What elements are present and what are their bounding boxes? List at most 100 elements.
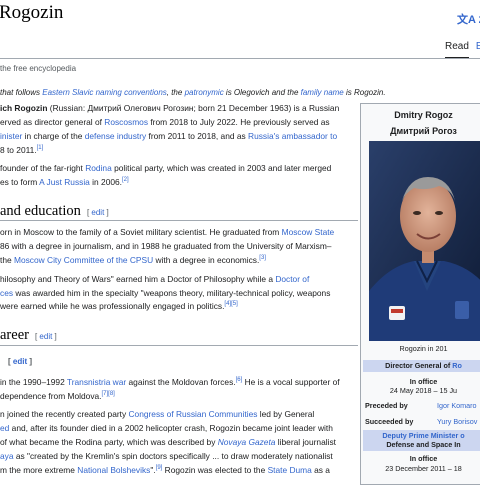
text: from 2011 to 2018, and as bbox=[146, 131, 249, 141]
link-a-just-russia[interactable]: A Just Russia bbox=[39, 177, 90, 187]
text: of what became the Rodina party, which w… bbox=[0, 437, 218, 447]
text: with a degree in economics. bbox=[153, 255, 260, 265]
intro-line: founder of the far-right Rodina politica… bbox=[0, 163, 331, 175]
link-naming-conventions[interactable]: Eastern Slavic naming conventions bbox=[42, 88, 167, 97]
text: from 2018 to July 2022. He previously se… bbox=[148, 117, 330, 127]
text: against the Moldovan forces. bbox=[126, 377, 236, 387]
text: (Russian: Дмитрий Олегович Рогозин; born… bbox=[47, 103, 340, 113]
edit-link[interactable]: edit bbox=[91, 208, 104, 217]
citation[interactable]: [4][5] bbox=[224, 301, 237, 307]
link-sciences[interactable]: ces bbox=[0, 288, 13, 298]
text: orn in Moscow to the family of a Soviet … bbox=[0, 227, 282, 237]
section-heading-education: and education [ edit ] bbox=[0, 203, 109, 220]
portrait-photo[interactable] bbox=[369, 141, 480, 341]
text: hilosophy and Theory of Wars" earned him… bbox=[0, 274, 276, 284]
infobox: Dmitry Rogoz Дмитрий Рогоз Rogozin in 20… bbox=[360, 103, 480, 485]
text: as "created by the Kremlin's spin doctor… bbox=[13, 451, 333, 461]
edit-section: [ edit ] bbox=[8, 357, 33, 366]
link-transnistria-war[interactable]: Transnistria war bbox=[67, 377, 126, 387]
tab-read[interactable]: Read bbox=[445, 41, 469, 59]
text: and, after its founder died in a 2002 he… bbox=[9, 423, 333, 433]
link-patronymic[interactable]: patronymic bbox=[185, 88, 224, 97]
link-ambassador[interactable]: Russia's ambassador to bbox=[248, 131, 337, 141]
heading-underline bbox=[0, 220, 358, 221]
infobox-native-name: Дмитрий Рогоз bbox=[390, 126, 457, 136]
edu-line: ces was awarded him in the specialty "we… bbox=[0, 288, 330, 300]
edu-line: were earned while he was professionally … bbox=[0, 301, 238, 313]
text: the bbox=[0, 255, 14, 265]
text: in charge of the bbox=[22, 131, 85, 141]
text: as a bbox=[311, 465, 330, 475]
subsection-heading: [ edit ] bbox=[0, 356, 32, 367]
tab-edit[interactable]: E bbox=[476, 41, 480, 52]
text: political party, which was created in 20… bbox=[111, 163, 332, 173]
link-defense-industry[interactable]: defense industry bbox=[85, 131, 146, 141]
text: was awarded him in the specialty "weapon… bbox=[13, 288, 331, 298]
career-line: ed and, after its founder died in a 2002… bbox=[0, 423, 333, 435]
view-tabs: Read E bbox=[445, 41, 480, 59]
career-line: dependence from Moldova.[7][8] bbox=[0, 391, 115, 403]
text: led by General bbox=[257, 409, 315, 419]
link-deputy-pm[interactable]: Deputy Prime Minister o bbox=[363, 431, 480, 440]
office-heading: Deputy Prime Minister o Defense and Space… bbox=[363, 430, 480, 451]
link-journalist[interactable]: aya bbox=[0, 451, 14, 461]
preceded-by-link[interactable]: Igor Komaro bbox=[437, 401, 477, 410]
text: es to form bbox=[0, 177, 40, 187]
text: 8 to 2011. bbox=[0, 145, 37, 155]
office-heading: Director General of Ro bbox=[363, 360, 480, 372]
hatnote-text: is Olegovich and the bbox=[223, 88, 301, 97]
hatnote: that follows Eastern Slavic naming conve… bbox=[0, 88, 386, 97]
in-office-label: In office bbox=[409, 454, 438, 463]
office-dates: 23 December 2011 – 18 bbox=[385, 464, 462, 473]
text: were earned while he was professionally … bbox=[0, 301, 225, 311]
text: in 2006. bbox=[89, 177, 122, 187]
link-novaya-gazeta[interactable]: Novaya Gazeta bbox=[218, 437, 276, 447]
intro-line: ich Rogozin (Russian: Дмитрий Олегович Р… bbox=[0, 103, 339, 115]
edu-line: the Moscow City Committee of the CPSU wi… bbox=[0, 255, 266, 267]
link-roscosmos-office[interactable]: Ro bbox=[452, 361, 462, 370]
citation[interactable]: [7][8] bbox=[102, 391, 115, 397]
career-line: m the more extreme National Bolsheviks".… bbox=[0, 465, 330, 477]
intro-line: inister in charge of the defense industr… bbox=[0, 131, 337, 143]
link-rodina[interactable]: Rodina bbox=[85, 163, 112, 173]
citation[interactable]: [3] bbox=[259, 255, 266, 261]
header-divider bbox=[0, 58, 480, 59]
citation[interactable]: [1] bbox=[37, 145, 44, 151]
section-heading-career: areer [ edit ] bbox=[0, 327, 57, 344]
edu-line: orn in Moscow to the family of a Soviet … bbox=[0, 227, 334, 239]
page-title: Rogozin bbox=[0, 2, 64, 23]
succeeded-by-link[interactable]: Yury Borisov bbox=[437, 417, 477, 426]
link-cpsu-committee[interactable]: Moscow City Committee of the CPSU bbox=[14, 255, 153, 265]
link-doctor-of-sciences[interactable]: Doctor of bbox=[275, 274, 309, 284]
link-minister[interactable]: inister bbox=[0, 131, 22, 141]
edit-link[interactable]: edit bbox=[13, 357, 27, 366]
citation[interactable]: [2] bbox=[122, 177, 129, 183]
edit-section: [ edit ] bbox=[34, 332, 57, 341]
office-title: Director General of bbox=[385, 361, 453, 370]
link-congress-russian-communities[interactable]: Congress of Russian Communities bbox=[129, 409, 258, 419]
link-state-duma[interactable]: State Duma bbox=[268, 465, 312, 475]
infobox-name: Dmitry Rogoz bbox=[394, 110, 453, 120]
intro-line: erved as director general of Roscosmos f… bbox=[0, 117, 330, 129]
heading-text: areer bbox=[0, 327, 29, 343]
career-line: n joined the recently created party Cong… bbox=[0, 409, 314, 421]
text: in the 1990–1992 bbox=[0, 377, 67, 387]
succeeded-by-label: Succeeded by bbox=[365, 417, 414, 426]
text: n joined the recently created party bbox=[0, 409, 129, 419]
link-family-name[interactable]: family name bbox=[301, 88, 344, 97]
text: Rogozin was elected to the bbox=[162, 465, 268, 475]
link-moscow-state[interactable]: Moscow State bbox=[282, 227, 335, 237]
text: m the more extreme bbox=[0, 465, 78, 475]
photo-caption: Rogozin in 201 bbox=[399, 344, 448, 353]
office-dates: 24 May 2018 – 15 Ju bbox=[389, 386, 458, 395]
link-general[interactable]: ed bbox=[0, 423, 9, 433]
edit-link[interactable]: edit bbox=[39, 332, 52, 341]
link-national-bolsheviks[interactable]: National Bolsheviks bbox=[77, 465, 150, 475]
text: dependence from Moldova. bbox=[0, 391, 102, 401]
text: He is a vocal supporter of bbox=[242, 377, 340, 387]
link-roscosmos[interactable]: Roscosmos bbox=[104, 117, 148, 127]
career-line: in the 1990–1992 Transnistria war agains… bbox=[0, 377, 340, 389]
text: erved as director general of bbox=[0, 117, 105, 127]
edit-section: [ edit ] bbox=[86, 208, 109, 217]
language-button[interactable]: 文A 2 bbox=[457, 11, 480, 27]
